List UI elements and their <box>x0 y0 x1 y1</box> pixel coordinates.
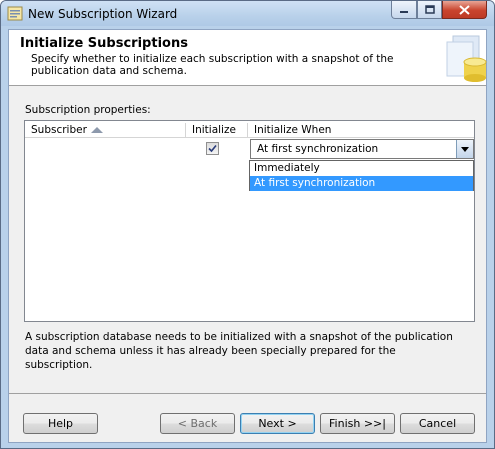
dropdown-option-at-first-synchronization[interactable]: At first synchronization <box>250 176 473 191</box>
column-header-initialize-when[interactable]: Initialize When <box>254 124 331 136</box>
info-text: A subscription database needs to be init… <box>25 331 453 371</box>
close-button[interactable] <box>442 1 487 19</box>
column-header-initialize[interactable]: Initialize <box>192 124 236 136</box>
minimize-icon <box>400 10 408 13</box>
dropdown-button[interactable] <box>456 140 473 158</box>
page-title: Initialize Subscriptions <box>20 36 188 51</box>
maximize-icon <box>424 5 435 14</box>
initialize-when-value: At first synchronization <box>257 143 379 155</box>
back-button[interactable]: < Back <box>160 413 235 434</box>
sort-ascending-icon <box>91 127 103 133</box>
initialize-checkbox[interactable] <box>206 142 219 155</box>
close-icon <box>459 4 470 15</box>
page-description: Specify whether to initialize each subsc… <box>31 53 394 77</box>
grid-header: Subscriber Initialize Initialize When <box>25 121 474 138</box>
next-button[interactable]: Next > <box>240 413 315 434</box>
wizard-window: New Subscription Wizard Initialize Subsc… <box>0 0 495 449</box>
help-button[interactable]: Help <box>23 413 98 434</box>
wizard-body: Initialize Subscriptions Specify whether… <box>8 29 487 443</box>
chevron-down-icon <box>461 146 469 152</box>
subscription-properties-grid: Subscriber Initialize Initialize When At… <box>24 120 475 322</box>
window-title: New Subscription Wizard <box>28 7 178 21</box>
cancel-button[interactable]: Cancel <box>400 413 475 434</box>
column-divider[interactable] <box>185 123 186 137</box>
footer-divider <box>9 393 486 394</box>
column-header-subscriber[interactable]: Subscriber <box>31 124 87 136</box>
initialize-when-combobox[interactable]: At first synchronization <box>250 139 474 159</box>
title-bar[interactable]: New Subscription Wizard <box>1 1 494 26</box>
checkmark-icon <box>208 144 217 153</box>
subscription-properties-label: Subscription properties: <box>25 104 151 116</box>
app-icon <box>7 6 23 21</box>
finish-button[interactable]: Finish >>| <box>320 413 395 434</box>
database-icon <box>446 35 487 82</box>
maximize-button[interactable] <box>417 1 442 19</box>
table-row[interactable]: At first synchronization <box>25 139 474 159</box>
wizard-header: Initialize Subscriptions Specify whether… <box>9 30 487 86</box>
column-divider[interactable] <box>247 123 248 137</box>
initialize-when-dropdown-list: Immediately At first synchronization <box>249 160 474 191</box>
subscriber-cell[interactable] <box>31 141 124 157</box>
dropdown-option-immediately[interactable]: Immediately <box>250 161 473 176</box>
minimize-button[interactable] <box>391 1 417 19</box>
